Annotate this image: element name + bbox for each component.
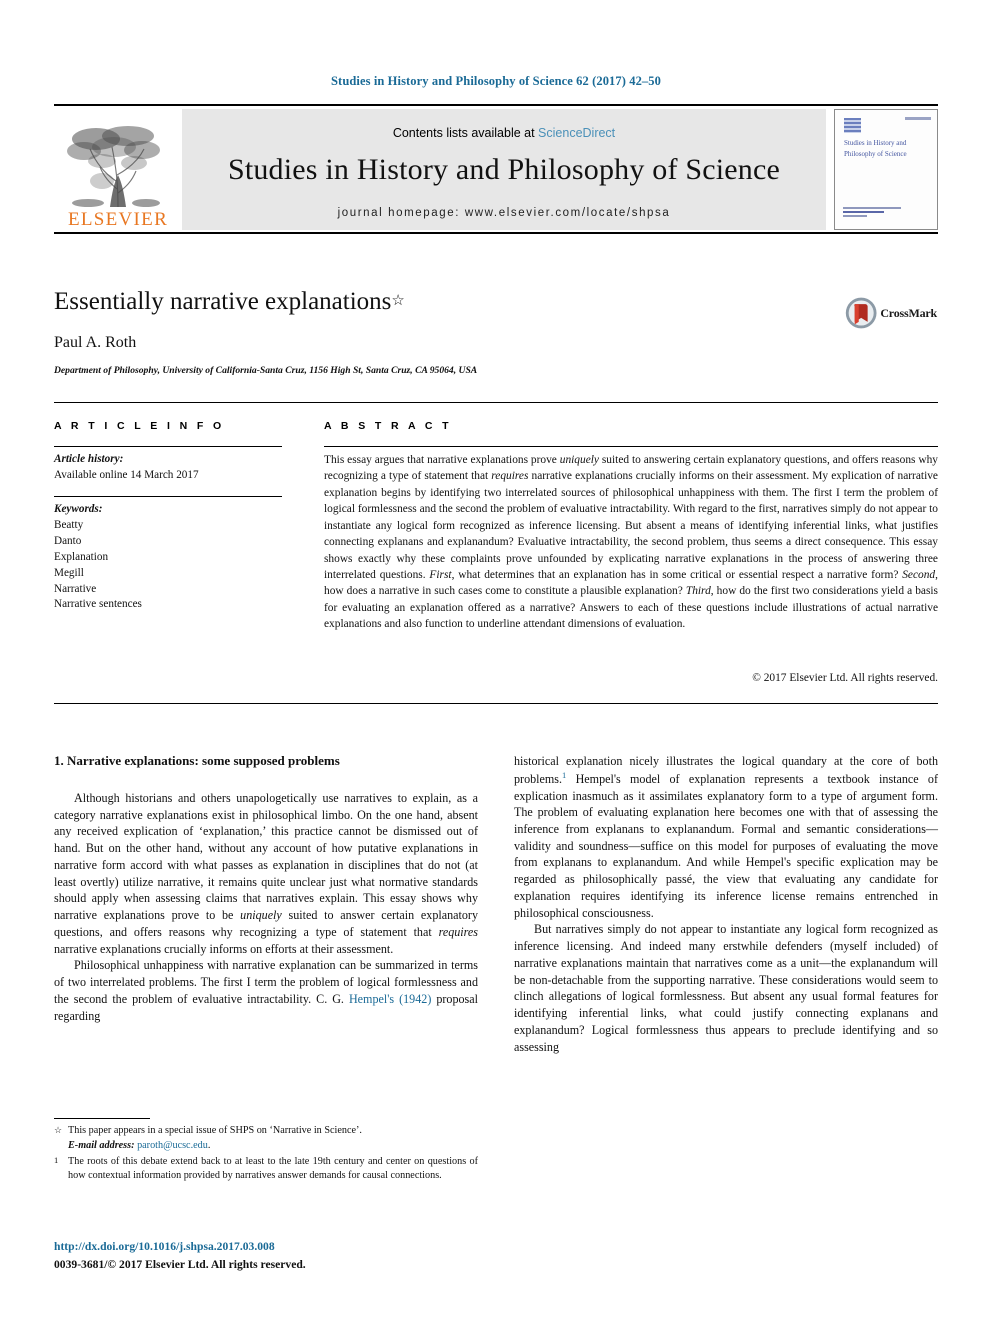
- author-affiliation: Department of Philosophy, University of …: [54, 365, 478, 376]
- abstract-bottom-rule: [54, 703, 938, 704]
- journal-title: Studies in History and Philosophy of Sci…: [227, 153, 781, 186]
- article-info-rule-2: [54, 496, 282, 497]
- paragraph: But narratives simply do not appear to i…: [514, 922, 938, 1054]
- footnote-star-text: This paper appears in a special issue of…: [68, 1125, 362, 1136]
- paragraph: Although historians and others unapologe…: [54, 791, 478, 956]
- elsevier-tree-icon: [67, 126, 160, 208]
- journal-masthead: ELSEVIER Contents lists available at Sci…: [54, 104, 938, 234]
- crossmark-badge[interactable]: CrossMark: [845, 290, 937, 336]
- footnote-1-marker: 1: [54, 1154, 59, 1165]
- keyword-item: Megill: [54, 566, 84, 579]
- cover-title: Studies in History and Philosophy of Sci…: [844, 139, 907, 158]
- running-head: Studies in History and Philosophy of Sci…: [331, 74, 661, 88]
- keyword-item: Danto: [54, 534, 82, 547]
- footnote-1: 1 The roots of this debate extend back to…: [54, 1155, 478, 1184]
- footnote-rule: [54, 1118, 150, 1119]
- cover-top-rule: [905, 117, 931, 120]
- elsevier-wordmark: ELSEVIER: [67, 209, 169, 230]
- issn-copyright-line: 0039-3681/© 2017 Elsevier Ltd. All right…: [54, 1258, 306, 1271]
- footnote-1-text: The roots of this debate extend back to …: [68, 1155, 478, 1181]
- cover-footer-rules: [843, 207, 901, 219]
- crossmark-icon: [845, 297, 877, 329]
- keywords-label: Keywords:: [54, 503, 103, 515]
- elsevier-logo: ELSEVIER: [54, 106, 182, 233]
- abstract-copyright: © 2017 Elsevier Ltd. All rights reserved…: [752, 672, 938, 684]
- body-column-left: Although historians and others unapologe…: [54, 790, 478, 1024]
- footnote-block: ☆ This paper appears in a special issue o…: [54, 1124, 478, 1184]
- contents-prefix: Contents lists available at: [392, 126, 539, 140]
- article-info-rule-1: [54, 446, 282, 447]
- section-heading-1: 1. Narrative explanations: some supposed…: [54, 753, 340, 768]
- doi-link[interactable]: http://dx.doi.org/10.1016/j.shpsa.2017.0…: [54, 1240, 275, 1253]
- title-footnote-marker[interactable]: ☆: [391, 293, 404, 309]
- info-section-top-rule: [54, 402, 938, 403]
- keywords-block: Keywords: Beatty Danto Explanation Megil…: [54, 502, 294, 613]
- article-history-value: Available online 14 March 2017: [54, 468, 199, 481]
- journal-article-page: Studies in History and Philosophy of Sci…: [0, 0, 992, 1323]
- keyword-item: Explanation: [54, 550, 109, 563]
- keyword-item: Narrative: [54, 582, 97, 595]
- body-column-right: historical explanation nicely illustrate…: [514, 753, 938, 1055]
- author-name: Paul A. Roth: [54, 334, 137, 351]
- keyword-item: Beatty: [54, 518, 84, 531]
- paragraph: Philosophical unhappiness with narrative…: [54, 958, 478, 1023]
- journal-cover-thumbnail[interactable]: Studies in History and Philosophy of Sci…: [834, 109, 938, 230]
- footnote-star-marker: ☆: [54, 1125, 63, 1135]
- journal-homepage[interactable]: journal homepage: www.elsevier.com/locat…: [338, 207, 671, 219]
- cover-publisher-mark-icon: [844, 118, 861, 133]
- abstract-rule: [324, 446, 938, 447]
- footnote-star: ☆ This paper appears in a special issue o…: [54, 1124, 478, 1138]
- paragraph: historical explanation nicely illustrate…: [514, 754, 938, 920]
- footnote-reference-1[interactable]: 1: [562, 770, 566, 780]
- sciencedirect-link[interactable]: ScienceDirect: [538, 126, 615, 140]
- footnote-email: E-mail address: paroth@ucsc.edu.: [68, 1140, 211, 1152]
- journal-band: Contents lists available at ScienceDirec…: [182, 109, 826, 230]
- email-label: E-mail address:: [68, 1140, 135, 1152]
- crossmark-label: CrossMark: [880, 305, 937, 320]
- abstract-heading: A B S T R A C T: [324, 420, 452, 432]
- article-title-text: Essentially narrative explanations: [54, 288, 392, 315]
- page-title: Essentially narrative explanations☆: [54, 288, 754, 316]
- article-history-label: Article history:: [54, 453, 124, 465]
- email-link[interactable]: paroth@ucsc.edu: [137, 1140, 208, 1151]
- contents-available-line: Contents lists available at ScienceDirec…: [393, 126, 615, 140]
- keyword-item: Narrative sentences: [54, 598, 142, 611]
- article-history-block: Article history: Available online 14 Mar…: [54, 452, 294, 484]
- article-info-heading: A R T I C L E I N F O: [54, 420, 225, 432]
- abstract-text: This essay argues that narrative explana…: [324, 454, 938, 631]
- citation-link-hempel[interactable]: Hempel's (1942): [349, 992, 431, 1006]
